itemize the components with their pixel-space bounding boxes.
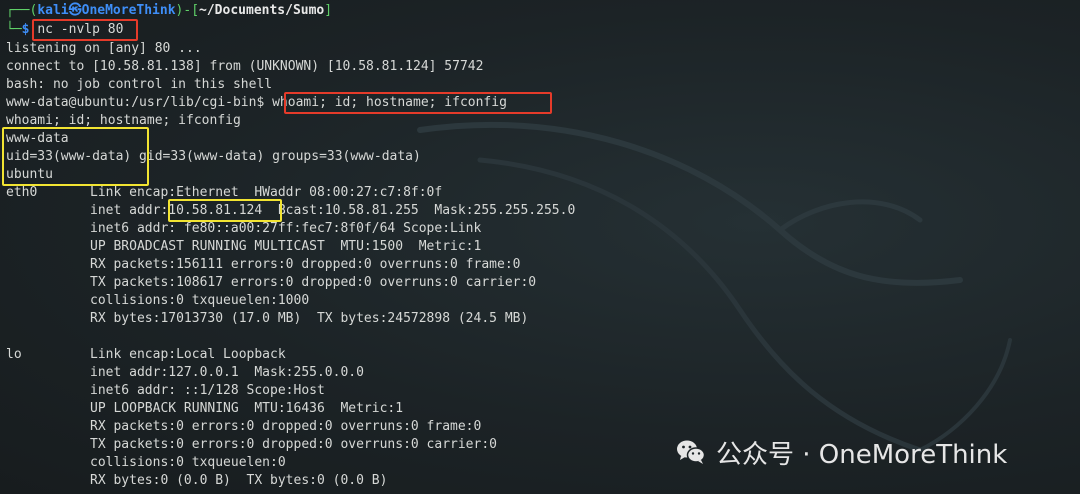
- wechat-icon: [677, 440, 706, 464]
- wechat-watermark: 公众号 · OneMoreThink: [676, 434, 1007, 470]
- highlight-nc-command: [32, 19, 138, 41]
- eth0-flags-line: UP BROADCAST RUNNING MULTICAST MTU:1500 …: [90, 239, 482, 254]
- lo-inet6-line: inet6 addr: ::1/128 Scope:Host: [90, 383, 325, 398]
- lo-flags-line: UP LOOPBACK RUNNING MTU:16436 Metric:1: [90, 401, 404, 416]
- prompt-dollar: $: [21, 22, 30, 37]
- eth0-bytes-line: RX bytes:17013730 (17.0 MB) TX bytes:245…: [90, 311, 529, 326]
- prompt-corner-bottom: └─: [6, 22, 22, 37]
- lo-bytes-line: RX bytes:0 (0.0 B) TX bytes:0 (0.0 B): [90, 473, 388, 488]
- highlight-target-ip: [168, 199, 282, 222]
- prompt-close: ]: [324, 3, 333, 18]
- prompt-line: ┌──(kali㉿OneMoreThink)-[~/Documents/Sumo…: [6, 2, 332, 20]
- prompt-user-host: kali㉿OneMoreThink: [37, 3, 176, 18]
- watermark-text: 公众号 · OneMoreThink: [716, 439, 1008, 470]
- shell-prompt: www-data@ubuntu:/usr/lib/cgi-bin$: [6, 95, 265, 110]
- lo-name: lo: [6, 347, 22, 362]
- lo-collisions-line: collisions:0 txqueuelen:0: [90, 455, 286, 470]
- prompt-separator: )-[: [175, 3, 200, 18]
- bash-warning-line: bash: no job control in this shell: [6, 77, 273, 92]
- highlight-identity: [2, 127, 149, 186]
- id-rest: gid=33(www-data) groups=33(www-data): [131, 149, 421, 164]
- lo-link-line: lo Link encap:Local Loopback: [6, 346, 286, 364]
- connect-line: connect to [10.58.81.138] from (UNKNOWN)…: [6, 59, 484, 74]
- eth0-inet6-line: inet6 addr: fe80::a00:27ff:fec7:8f0f/64 …: [90, 221, 482, 236]
- eth0-name: eth0: [6, 185, 38, 200]
- highlight-shell-command: [284, 92, 552, 114]
- lo-rx-line: RX packets:0 errors:0 dropped:0 overruns…: [90, 419, 482, 434]
- eth0-link-line: eth0 Link encap:Ethernet HWaddr 08:00:27:…: [6, 184, 442, 202]
- eth0-collisions-line: collisions:0 txqueuelen:1000: [90, 293, 310, 308]
- lo-tx-line: TX packets:0 errors:0 dropped:0 overruns…: [90, 437, 497, 452]
- eth0-rx-line: RX packets:156111 errors:0 dropped:0 ove…: [90, 257, 521, 272]
- terminal-window[interactable]: ┌──(kali㉿OneMoreThink)-[~/Documents/Sumo…: [0, 0, 1080, 494]
- prompt-path: ~/Documents/Sumo: [199, 3, 325, 18]
- listening-line: listening on [any] 80 ...: [6, 41, 202, 56]
- lo-link: Link encap:Local Loopback: [90, 347, 286, 362]
- eth0-tx-line: TX packets:108617 errors:0 dropped:0 ove…: [90, 275, 537, 290]
- lo-inet-line: inet addr:127.0.0.1 Mask:255.0.0.0: [90, 365, 364, 380]
- prompt-corner: ┌──(: [6, 3, 38, 18]
- eth0-inet-rest: Bcast:10.58.81.255 Mask:255.255.255.0: [262, 203, 576, 218]
- eth0-inet-line: inet addr:10.58.81.124 Bcast:10.58.81.25…: [90, 202, 575, 220]
- eth0-inet-label: inet addr:: [90, 203, 169, 218]
